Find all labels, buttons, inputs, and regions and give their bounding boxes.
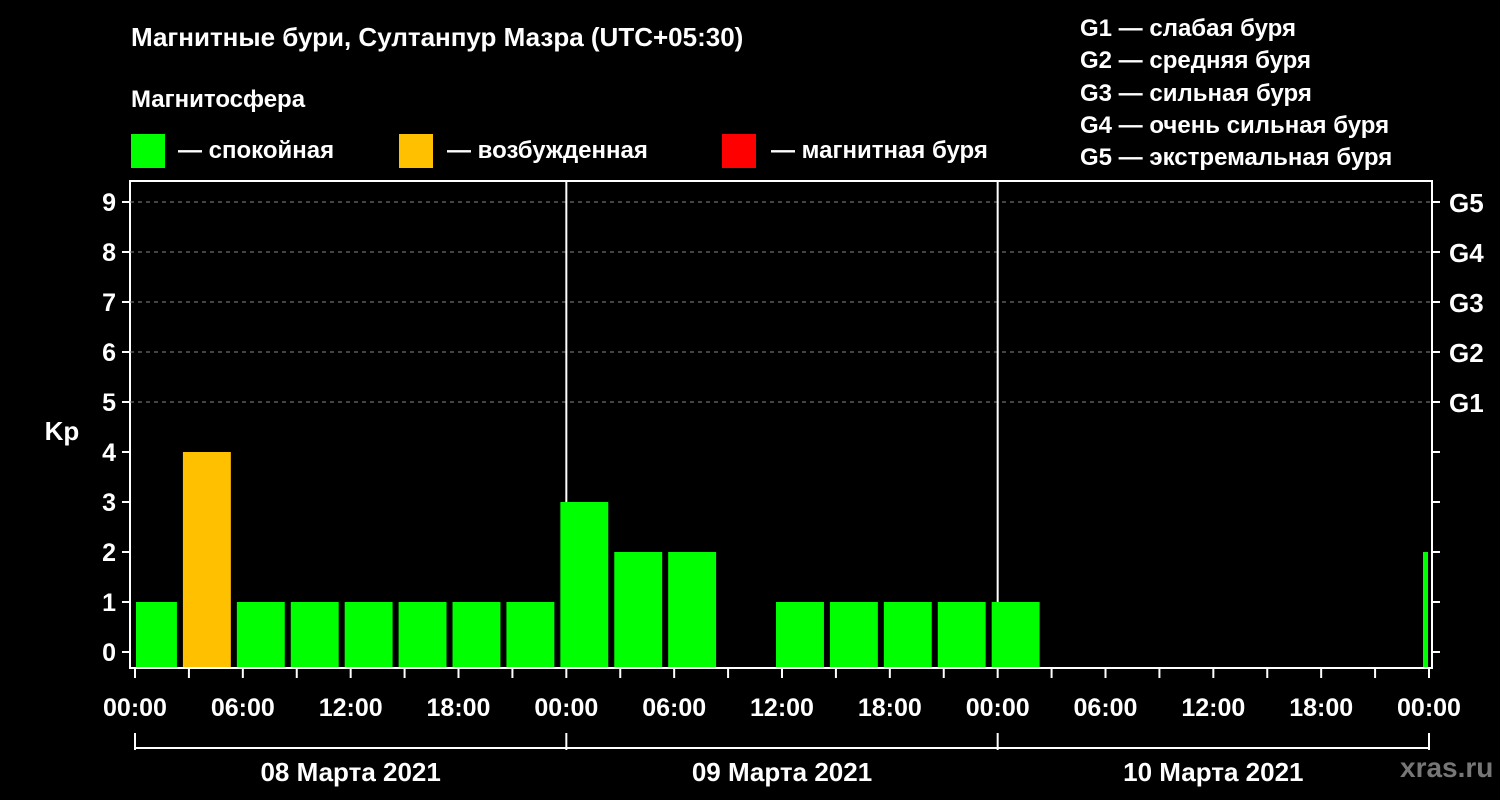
g-scale-label: G1 xyxy=(1449,388,1484,418)
g-scale-label: G2 xyxy=(1449,338,1484,368)
x-tick-label: 12:00 xyxy=(319,694,383,722)
bar-calm xyxy=(991,602,1040,667)
watermark: xras.ru xyxy=(1400,752,1494,783)
y-tick-label: 6 xyxy=(102,339,116,367)
x-tick-label: 12:00 xyxy=(750,694,814,722)
bar-calm xyxy=(560,502,609,667)
y-tick-label: 1 xyxy=(102,589,116,617)
y-axis-label: Kp xyxy=(45,416,80,446)
y-tick-label: 9 xyxy=(102,189,116,217)
bar-calm xyxy=(452,602,501,667)
x-tick-label: 06:00 xyxy=(211,694,275,722)
bar-excited xyxy=(182,452,231,667)
y-tick-label: 2 xyxy=(102,539,116,567)
y-tick-label: 3 xyxy=(102,489,116,517)
day-label: 08 Марта 2021 xyxy=(260,757,440,787)
y-tick-label: 4 xyxy=(102,439,116,467)
bar-calm xyxy=(776,602,824,667)
bar-calm xyxy=(1423,552,1428,667)
x-tick-label: 18:00 xyxy=(858,694,922,722)
bar-calm xyxy=(937,602,986,667)
bar-calm xyxy=(236,602,285,667)
bar-calm xyxy=(668,552,717,667)
y-tick-label: 8 xyxy=(102,239,116,267)
bar-calm xyxy=(136,602,177,667)
x-tick-label: 06:00 xyxy=(642,694,706,722)
plot-area xyxy=(129,180,1433,669)
x-tick-label: 00:00 xyxy=(103,694,167,722)
bar-calm xyxy=(344,602,393,667)
bar-calm xyxy=(506,602,555,667)
y-tick-label: 5 xyxy=(102,389,116,417)
g-scale-label: G5 xyxy=(1449,188,1484,218)
x-tick-label: 06:00 xyxy=(1074,694,1138,722)
bar-calm xyxy=(398,602,447,667)
x-tick-label: 18:00 xyxy=(427,694,491,722)
x-tick-label: 00:00 xyxy=(1397,694,1461,722)
x-tick-label: 00:00 xyxy=(534,694,598,722)
bar-calm xyxy=(883,602,932,667)
x-tick-label: 00:00 xyxy=(966,694,1030,722)
day-label: 10 Марта 2021 xyxy=(1123,757,1303,787)
day-label: 09 Марта 2021 xyxy=(692,757,872,787)
x-tick-label: 12:00 xyxy=(1181,694,1245,722)
g-scale-label: G3 xyxy=(1449,288,1484,318)
y-tick-label: 7 xyxy=(102,289,116,317)
y-tick-label: 0 xyxy=(102,639,116,667)
bar-calm xyxy=(829,602,878,667)
g-scale-label: G4 xyxy=(1449,238,1484,268)
kp-chart: 0 1 2 3 4 5 6 7 8 9 G1 G2 G3 G4 G5 Kp 00:00 06:00 12:00 18:… xyxy=(45,180,1484,787)
bar-calm xyxy=(290,602,339,667)
x-tick-label: 18:00 xyxy=(1289,694,1353,722)
bar-calm xyxy=(614,552,663,667)
